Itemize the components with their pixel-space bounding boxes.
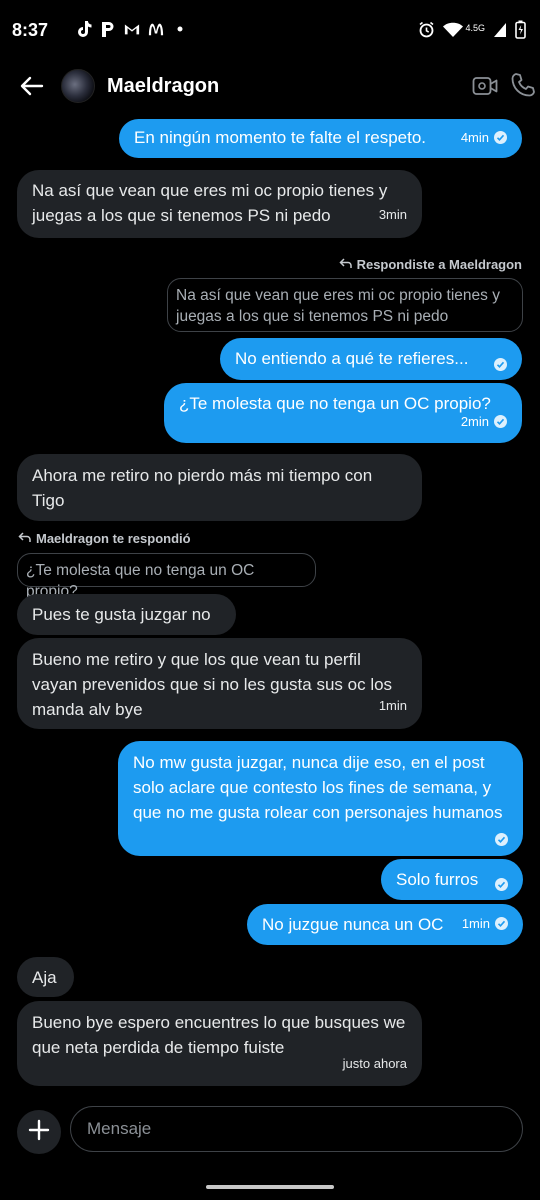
reply-label-text: Maeldragon te respondió xyxy=(36,531,191,546)
message-text: Na así que vean que eres mi oc propio ti… xyxy=(32,181,388,225)
read-check-icon xyxy=(495,878,508,891)
message-text: Bueno me retiro y que los que vean tu pe… xyxy=(32,650,393,719)
message-text: Solo furros xyxy=(396,870,479,889)
message-text: Pues te gusta juzgar no xyxy=(32,605,211,624)
alarm-icon xyxy=(418,21,435,43)
message-meta xyxy=(495,833,508,846)
dot-icon xyxy=(172,20,188,38)
message-text: En ningún momento te falte el respeto. xyxy=(134,128,427,147)
message-time: 4min xyxy=(460,130,489,145)
home-indicator[interactable] xyxy=(206,1185,334,1189)
tiktok-icon xyxy=(76,20,92,38)
message-meta xyxy=(494,358,507,371)
back-arrow-icon[interactable] xyxy=(18,72,46,100)
message-incoming[interactable]: Aja xyxy=(17,957,74,997)
message-incoming[interactable]: Na así que vean que eres mi oc propio ti… xyxy=(17,170,422,238)
quoted-message[interactable]: ¿Te molesta que no tenga un OC propio? xyxy=(17,553,316,600)
reply-arrow-icon xyxy=(18,531,31,546)
reply-label: Maeldragon te respondió xyxy=(18,531,191,546)
signal-icon xyxy=(493,22,507,43)
avatar[interactable] xyxy=(61,69,95,103)
message-outgoing[interactable]: No juzgue nunca un OC 1min xyxy=(247,904,523,945)
message-meta: 2min xyxy=(461,409,507,434)
quoted-message[interactable]: Na así que vean que eres mi oc propio ti… xyxy=(167,278,523,332)
message-meta: 1min xyxy=(379,693,407,718)
message-meta: 1min xyxy=(462,911,508,936)
message-outgoing[interactable]: No entiendo a qué te refieres... xyxy=(220,338,522,380)
status-bar: 8:37 4.5G xyxy=(0,0,540,62)
read-check-icon xyxy=(495,917,508,930)
message-outgoing[interactable]: En ningún momento te falte el respeto. 4… xyxy=(119,119,522,158)
contact-name[interactable]: Maeldragon xyxy=(107,75,219,98)
reply-label-text: Respondiste a Maeldragon xyxy=(356,257,522,272)
message-incoming[interactable]: Ahora me retiro no pierdo más mi tiempo … xyxy=(17,454,422,521)
message-text: Aja xyxy=(32,968,57,987)
read-check-icon xyxy=(494,415,507,428)
p-app-icon xyxy=(100,20,116,38)
wifi-icon xyxy=(443,22,464,43)
message-incoming[interactable]: Bueno me retiro y que los que vean tu pe… xyxy=(17,638,422,729)
reply-label: Respondiste a Maeldragon xyxy=(339,257,522,272)
message-time: 1min xyxy=(378,698,407,713)
message-input[interactable] xyxy=(70,1106,523,1152)
chat-header: Maeldragon xyxy=(0,62,540,114)
message-composer xyxy=(0,1100,540,1160)
message-time: 3min xyxy=(378,207,407,222)
read-check-icon xyxy=(494,358,507,371)
message-time: 2min xyxy=(460,414,489,429)
message-meta xyxy=(495,878,508,891)
add-attachment-button[interactable] xyxy=(17,1110,61,1154)
message-outgoing[interactable]: No mw gusta juzgar, nunca dije eso, en e… xyxy=(118,741,523,856)
gmail-icon xyxy=(124,20,140,38)
message-incoming[interactable]: Bueno bye espero encuentres lo que busqu… xyxy=(17,1001,422,1086)
notification-icons xyxy=(76,20,188,38)
status-time: 8:37 xyxy=(12,20,49,40)
message-text: Ahora me retiro no pierdo más mi tiempo … xyxy=(32,466,373,510)
message-text: No juzgue nunca un OC xyxy=(262,915,444,934)
message-meta: 4min xyxy=(461,125,507,150)
message-incoming[interactable]: Pues te gusta juzgar no xyxy=(17,594,236,635)
video-call-icon[interactable] xyxy=(472,74,498,98)
quoted-text: Na así que vean que eres mi oc propio ti… xyxy=(176,287,500,325)
reply-arrow-icon xyxy=(339,257,352,272)
message-meta: justo ahora xyxy=(343,1051,407,1076)
read-check-icon xyxy=(495,833,508,846)
battery-icon xyxy=(515,20,526,44)
mcdonalds-icon xyxy=(148,20,164,38)
message-meta: 3min xyxy=(379,202,407,227)
message-text: No mw gusta juzgar, nunca dije eso, en e… xyxy=(133,753,503,822)
message-text: No entiendo a qué te refieres... xyxy=(235,349,469,368)
message-outgoing[interactable]: ¿Te molesta que no tenga un OC propio? 2… xyxy=(164,383,522,443)
system-icons: 4.5G xyxy=(418,20,526,44)
network-type: 4.5G xyxy=(465,23,485,33)
phone-call-icon[interactable] xyxy=(510,72,536,98)
message-time: justo ahora xyxy=(342,1056,407,1071)
message-outgoing[interactable]: Solo furros xyxy=(381,859,523,900)
plus-icon xyxy=(28,1119,50,1146)
message-text: ¿Te molesta que no tenga un OC propio? xyxy=(179,394,491,413)
read-check-icon xyxy=(494,131,507,144)
message-time: 1min xyxy=(461,916,490,931)
